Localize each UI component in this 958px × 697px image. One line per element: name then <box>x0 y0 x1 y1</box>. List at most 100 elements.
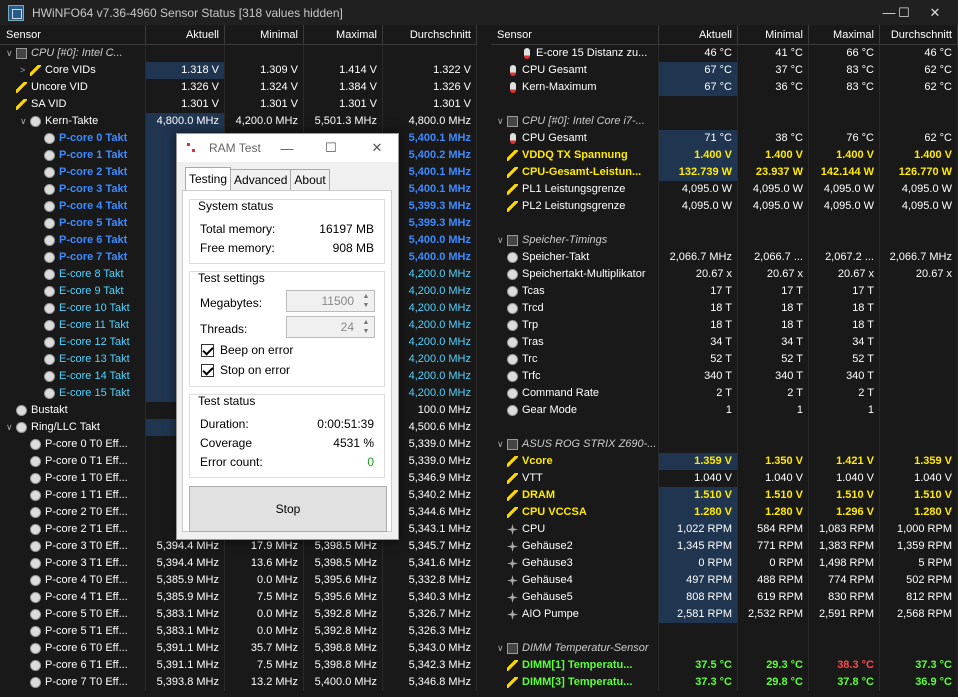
pane-splitter[interactable] <box>477 25 491 697</box>
sensor-row[interactable]: SA VID 1.301 V 1.301 V 1.301 V 1.301 V <box>0 96 477 113</box>
clock-icon <box>30 116 41 127</box>
stop-button[interactable]: Stop <box>189 486 387 532</box>
close-button[interactable]: ✕ <box>912 0 958 25</box>
sensor-row[interactable]: VDDQ TX Spannung 1.400 V 1.400 V 1.400 V 1.4… <box>491 147 958 164</box>
collapse-icon[interactable]: ∨ <box>497 232 507 249</box>
sensor-row[interactable]: Gehäuse2 1,345 RPM 771 RPM 1,383 RPM 1,359 R… <box>491 538 958 555</box>
expand-icon[interactable]: > <box>20 62 30 79</box>
collapse-icon[interactable]: ∨ <box>20 113 30 130</box>
sensor-row[interactable]: Tras 34 T 34 T 34 T <box>491 334 958 351</box>
sensor-row[interactable]: Kern-Maximum 67 °C 36 °C 83 °C 62 °C <box>491 79 958 96</box>
sensor-row[interactable]: CPU 1,022 RPM 584 RPM 1,083 RPM 1,000 RPM <box>491 521 958 538</box>
sensor-row[interactable]: Speicher-Takt 2,066.7 MHz 2,066.7 ... 2,067… <box>491 249 958 266</box>
sensor-row[interactable]: Gehäuse3 0 RPM 0 RPM 1,498 RPM 5 RPM <box>491 555 958 572</box>
megabytes-input[interactable]: 11500 ▲ ▼ <box>286 290 375 312</box>
sensor-row[interactable]: VTT 1.040 V 1.040 V 1.040 V 1.040 V <box>491 470 958 487</box>
clock-icon <box>507 320 518 331</box>
dialog-minimize-button[interactable]: — <box>275 136 299 160</box>
sensor-row[interactable]: E-core 15 Distanz zu... 46 °C 41 °C 66 °C 46… <box>491 45 958 62</box>
col-sensor[interactable]: Sensor <box>491 25 659 44</box>
sensor-name-cell: P-core 5 T1 Eff... <box>0 623 146 640</box>
sensor-row[interactable]: Speichertakt-Multiplikator 20.67 x 20.67 x… <box>491 266 958 283</box>
value-avg: 37.3 °C <box>880 657 958 674</box>
tab-about[interactable]: About <box>290 169 330 191</box>
clock-icon <box>44 201 55 212</box>
value-cur: 67 °C <box>659 79 738 96</box>
collapse-icon[interactable]: ∨ <box>6 419 16 436</box>
sensor-row[interactable]: Vcore 1.359 V 1.350 V 1.421 V 1.359 V <box>491 453 958 470</box>
sensor-row[interactable]: Tcas 17 T 17 T 17 T <box>491 283 958 300</box>
sensor-row[interactable]: P-core 3 T0 Eff... 5,394.4 MHz 17.9 MHz 5,3… <box>0 538 477 555</box>
value-cur: 5,383.1 MHz <box>146 606 225 623</box>
sensor-row[interactable]: PL2 Leistungsgrenze 4,095.0 W 4,095.0 W 4,0… <box>491 198 958 215</box>
sensor-table-right[interactable]: Sensor Aktuell Minimal Maximal Durchschn… <box>491 25 958 697</box>
sensor-group-row[interactable]: ∨ ASUS ROG STRIX Z690-... <box>491 436 958 453</box>
sensor-row[interactable]: ∨ Kern-Takte 4,800.0 MHz 4,200.0 MHz 5,501.3… <box>0 113 477 130</box>
sensor-row[interactable]: PL1 Leistungsgrenze 4,095.0 W 4,095.0 W 4,0… <box>491 181 958 198</box>
sensor-row[interactable]: Gear Mode 1 1 1 <box>491 402 958 419</box>
sensor-row[interactable]: Gehäuse4 497 RPM 488 RPM 774 RPM 502 RPM <box>491 572 958 589</box>
value-min: 17 T <box>738 283 809 300</box>
sensor-row[interactable]: Trc 52 T 52 T 52 T <box>491 351 958 368</box>
sensor-row[interactable]: P-core 3 T1 Eff... 5,394.4 MHz 13.6 MHz 5,3… <box>0 555 477 572</box>
col-avg[interactable]: Durchschnitt <box>880 25 958 44</box>
sensor-row[interactable]: CPU Gesamt 67 °C 37 °C 83 °C 62 °C <box>491 62 958 79</box>
label: Total memory: <box>200 222 276 236</box>
col-current[interactable]: Aktuell <box>659 25 738 44</box>
sensor-row[interactable]: CPU Gesamt 71 °C 38 °C 76 °C 62 °C <box>491 130 958 147</box>
sensor-row[interactable]: Command Rate 2 T2 T2 T <box>491 385 958 402</box>
sensor-label: Speicher-Timings <box>522 234 608 246</box>
sensor-row[interactable]: > Core VIDs 1.318 V 1.309 V 1.414 V 1.322 V <box>0 62 477 79</box>
sensor-row[interactable]: DIMM[1] Temperatu... 37.5 °C 29.3 °C 38.3 °… <box>491 657 958 674</box>
collapse-icon[interactable]: ∨ <box>497 640 507 657</box>
sensor-row[interactable]: CPU VCCSA 1.280 V 1.280 V 1.296 V 1.280 V <box>491 504 958 521</box>
sensor-row[interactable]: P-core 4 T0 Eff... 5,385.9 MHz 0.0 MHz 5,39… <box>0 572 477 589</box>
sensor-group-row[interactable]: ∨ Speicher-Timings <box>491 232 958 249</box>
sensor-row[interactable]: Trcd 18 T 18 T 18 T <box>491 300 958 317</box>
sensor-row[interactable]: DRAM 1.510 V 1.510 V 1.510 V 1.510 V <box>491 487 958 504</box>
spin-arrows-icon[interactable]: ▲ ▼ <box>359 318 373 336</box>
sensor-row[interactable]: Trfc 340 T 340 T 340 T <box>491 368 958 385</box>
col-max[interactable]: Maximal <box>304 25 383 44</box>
col-min[interactable]: Minimal <box>225 25 304 44</box>
bolt-icon <box>507 677 518 688</box>
sensor-row[interactable]: P-core 5 T0 Eff... 5,383.1 MHz 0.0 MHz 5,39… <box>0 606 477 623</box>
sensor-row[interactable]: DIMM[3] Temperatu... 37.3 °C 29.8 °C 37.8 °… <box>491 674 958 691</box>
tab-advanced[interactable]: Advanced <box>230 169 292 191</box>
col-max[interactable]: Maximal <box>809 25 880 44</box>
sensor-row[interactable]: P-core 7 T0 Eff... 5,393.8 MHz 13.2 MHz 5,4… <box>0 674 477 691</box>
ram-test-dialog[interactable]: RAM Test — ☐ ✕ Testing Advanced About Sy… <box>176 133 399 540</box>
spin-arrows-icon[interactable]: ▲ ▼ <box>359 292 373 310</box>
dialog-close-button[interactable]: ✕ <box>365 136 389 160</box>
value-max <box>304 45 383 62</box>
beep-on-error-checkbox[interactable]: Beep on error <box>201 343 293 357</box>
sensor-row[interactable]: Trp 18 T 18 T 18 T <box>491 317 958 334</box>
collapse-icon[interactable]: ∨ <box>497 113 507 130</box>
sensor-row[interactable]: P-core 6 T1 Eff... 5,391.1 MHz 7.5 MHz 5,39… <box>0 657 477 674</box>
col-current[interactable]: Aktuell <box>146 25 225 44</box>
col-sensor[interactable]: Sensor <box>0 25 146 44</box>
clock-icon <box>44 235 55 246</box>
sensor-group-row[interactable]: ∨ CPU [#0]: Intel Core i7-... <box>491 113 958 130</box>
sensor-row[interactable]: P-core 4 T1 Eff... 5,385.9 MHz 7.5 MHz 5,39… <box>0 589 477 606</box>
col-min[interactable]: Minimal <box>738 25 809 44</box>
sensor-group-row[interactable]: ∨ CPU [#0]: Intel C... <box>0 45 477 62</box>
threads-input[interactable]: 24 ▲ ▼ <box>286 316 375 338</box>
value-min: 619 RPM <box>738 589 809 606</box>
clock-icon <box>16 422 27 433</box>
sensor-row[interactable]: CPU-Gesamt-Leistun... 132.739 W 23.937 W 14… <box>491 164 958 181</box>
sensor-row[interactable]: Gehäuse5 808 RPM 619 RPM 830 RPM 812 RPM <box>491 589 958 606</box>
collapse-icon[interactable]: ∨ <box>497 436 507 453</box>
col-avg[interactable]: Durchschnitt <box>383 25 477 44</box>
stop-on-error-checkbox[interactable]: Stop on error <box>201 363 290 377</box>
sensor-row[interactable]: Uncore VID 1.326 V 1.324 V 1.384 V 1.326 V <box>0 79 477 96</box>
collapse-icon[interactable]: ∨ <box>6 45 16 62</box>
sensor-group-row[interactable]: ∨ DIMM Temperatur-Sensor <box>491 640 958 657</box>
tab-testing[interactable]: Testing <box>185 167 232 191</box>
dialog-maximize-button[interactable]: ☐ <box>319 136 343 160</box>
sensor-row[interactable]: P-core 6 T0 Eff... 5,391.1 MHz 35.7 MHz 5,3… <box>0 640 477 657</box>
sensor-row[interactable]: P-core 5 T1 Eff... 5,383.1 MHz 0.0 MHz 5,39… <box>0 623 477 640</box>
value-avg <box>880 215 958 232</box>
sensor-row[interactable]: AIO Pumpe 2,581 RPM 2,532 RPM 2,591 RPM 2,56… <box>491 606 958 623</box>
sensor-name-cell: ∨ Kern-Takte <box>0 113 146 130</box>
